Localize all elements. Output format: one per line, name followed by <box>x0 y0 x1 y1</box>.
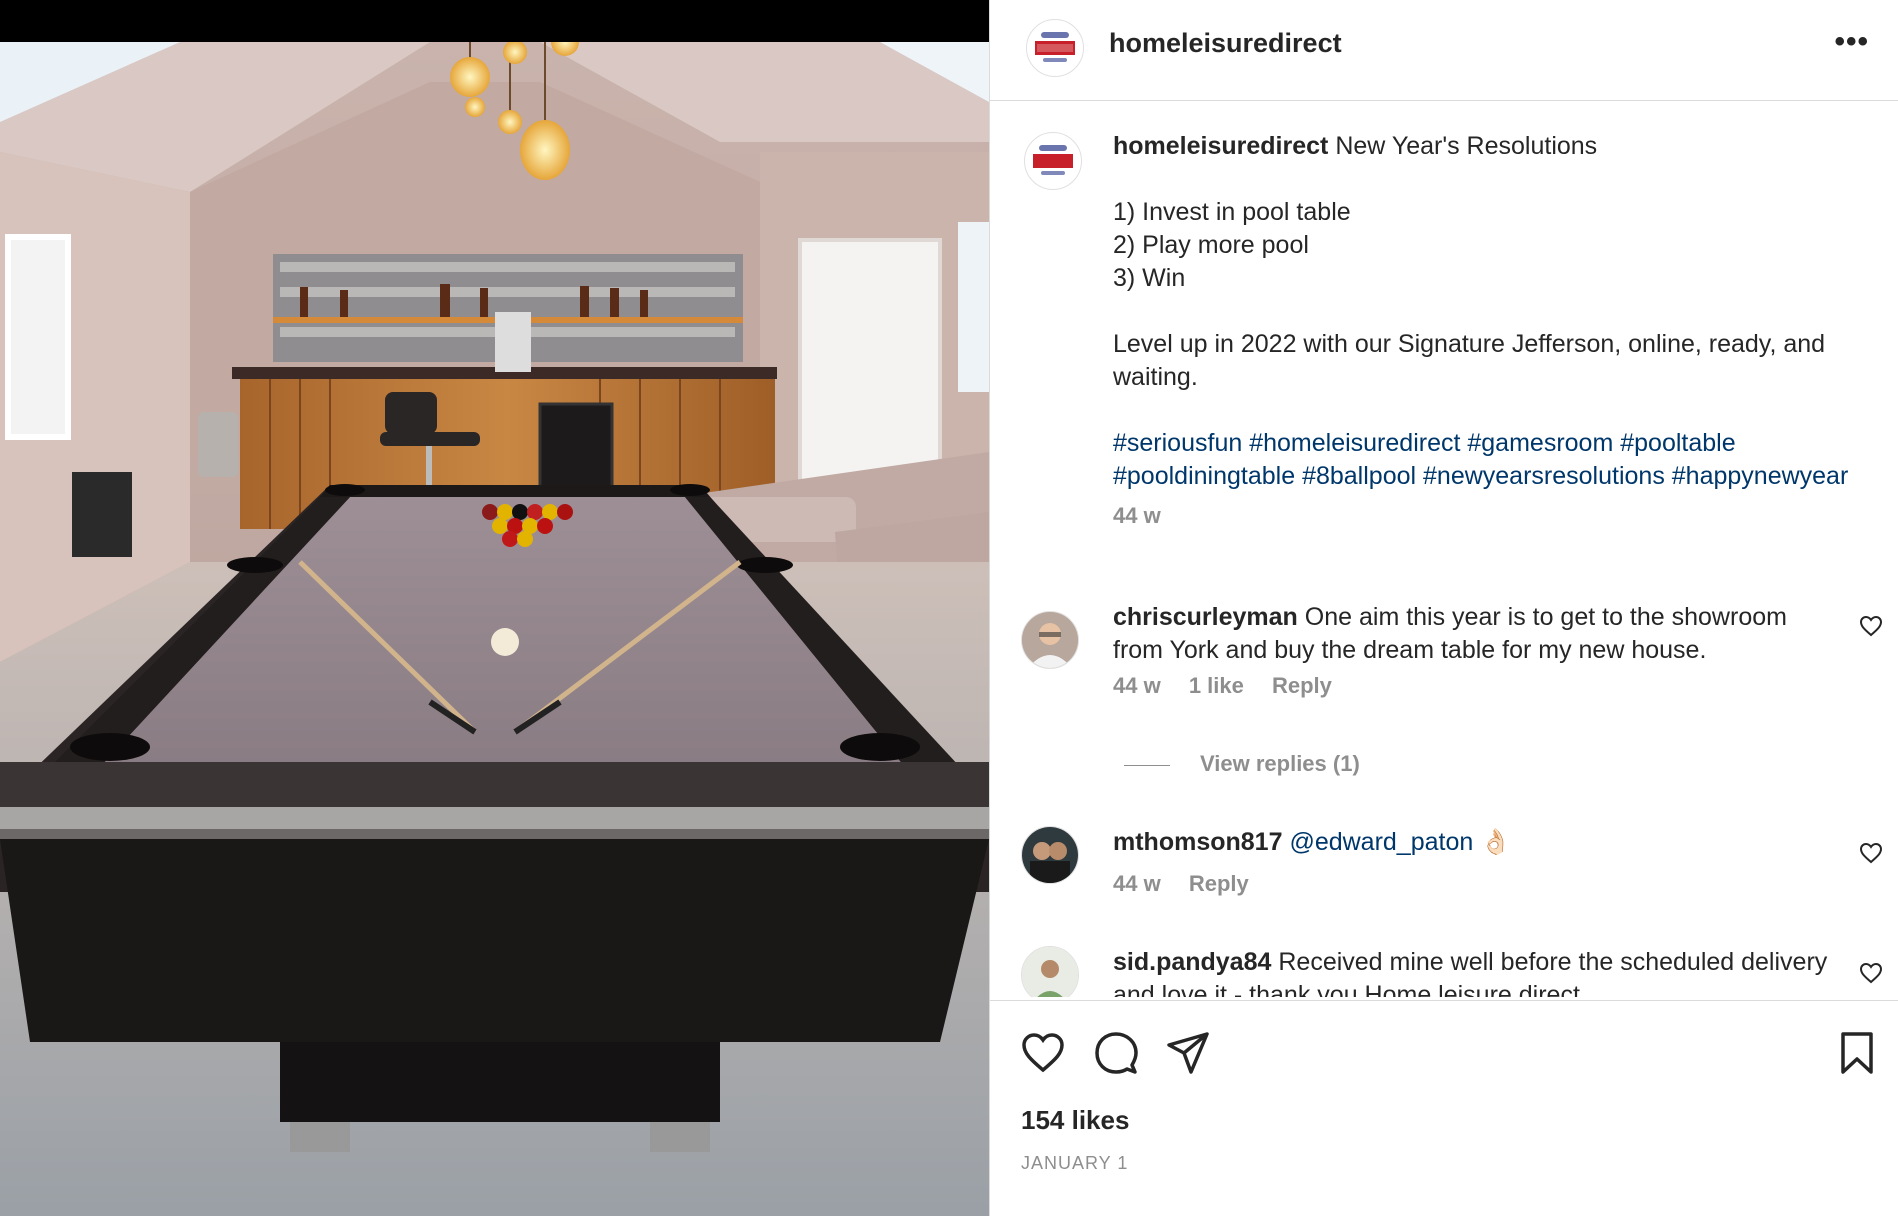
heart-icon[interactable] <box>1859 615 1883 637</box>
hashtag[interactable]: #homeleisuredirect <box>1249 429 1460 457</box>
comment-like-count[interactable]: 1 like <box>1189 673 1244 698</box>
comment-username[interactable]: chriscurleyman <box>1113 603 1298 631</box>
caption-timestamp[interactable]: 44 w <box>1113 499 1853 532</box>
hashtag[interactable]: #seriousfun <box>1113 429 1242 457</box>
like-count[interactable]: 154 likes <box>1021 1105 1129 1136</box>
post-actions: 154 likes JANUARY 1 <box>990 1000 1898 1216</box>
divider <box>1124 764 1170 766</box>
brand-logo-icon <box>1031 145 1075 175</box>
comment-meta: 44 w 1 like Reply <box>1113 673 1354 699</box>
brand-logo-icon <box>1033 32 1077 62</box>
comment-bubble-icon[interactable] <box>1094 1031 1138 1075</box>
avatar[interactable] <box>1021 611 1079 669</box>
comment-meta: 44 w Reply <box>1113 871 1271 897</box>
profile-photo-icon <box>1022 612 1078 668</box>
hashtag[interactable]: #8ballpool <box>1302 462 1416 490</box>
hashtag[interactable]: #newyearsresolutions <box>1423 462 1665 490</box>
caption-username[interactable]: homeleisuredirect <box>1113 132 1328 160</box>
caption-headline: New Year's Resolutions <box>1335 132 1598 160</box>
reply-button[interactable]: Reply <box>1189 871 1249 896</box>
hashtag[interactable]: #pooldiningtable <box>1113 462 1295 490</box>
heart-icon[interactable] <box>1859 842 1883 864</box>
caption-body: Level up in 2022 with our Signature Jeff… <box>1113 330 1826 391</box>
resolution-item: 2) Play more pool <box>1113 231 1309 259</box>
bookmark-save-icon[interactable] <box>1835 1031 1879 1075</box>
comments-scroll-area[interactable]: homeleisuredirect New Year's Resolutions… <box>990 101 1898 997</box>
comment-timestamp[interactable]: 44 w <box>1113 871 1161 896</box>
avatar[interactable] <box>1021 946 1079 997</box>
emoji: 👌🏻 <box>1480 828 1512 856</box>
header-username[interactable]: homeleisuredirect <box>1109 28 1342 59</box>
hashtag[interactable]: #happynewyear <box>1672 462 1849 490</box>
view-replies-button[interactable]: View replies (1) <box>1124 751 1360 777</box>
post-caption: homeleisuredirect New Year's Resolutions… <box>1113 130 1853 532</box>
resolution-item: 3) Win <box>1113 264 1186 292</box>
hashtag-list: #seriousfun #homeleisuredirect #gamesroo… <box>1113 427 1853 493</box>
caption-avatar[interactable] <box>1024 132 1082 190</box>
resolution-item: 1) Invest in pool table <box>1113 198 1351 226</box>
profile-photo-icon <box>1022 827 1078 883</box>
profile-photo-icon <box>1022 947 1078 997</box>
hashtag[interactable]: #gamesroom <box>1467 429 1613 457</box>
heart-icon[interactable] <box>1859 962 1883 984</box>
hashtag[interactable]: #pooltable <box>1620 429 1735 457</box>
post-side-panel: homeleisuredirect ••• homeleisuredirect … <box>989 0 1898 1216</box>
comment-timestamp[interactable]: 44 w <box>1113 673 1161 698</box>
avatar[interactable] <box>1026 19 1084 77</box>
comment-username[interactable]: mthomson817 <box>1113 828 1282 856</box>
comment-text: chriscurleyman One aim this year is to g… <box>1113 601 1833 667</box>
comment-text: sid.pandya84 Received mine well before t… <box>1113 946 1833 997</box>
comment-username[interactable]: sid.pandya84 <box>1113 948 1271 976</box>
post-header: homeleisuredirect ••• <box>990 0 1898 101</box>
avatar[interactable] <box>1021 826 1079 884</box>
mention-link[interactable]: @edward_paton <box>1289 828 1473 856</box>
view-replies-label: View replies (1) <box>1200 751 1360 776</box>
post-photo-pane <box>0 0 989 1216</box>
like-heart-icon[interactable] <box>1021 1031 1065 1075</box>
reply-button[interactable]: Reply <box>1272 673 1332 698</box>
post-photo[interactable] <box>0 42 989 1216</box>
comment-text: mthomson817 @edward_paton 👌🏻 <box>1113 826 1833 859</box>
share-send-icon[interactable] <box>1166 1031 1210 1075</box>
post-date[interactable]: JANUARY 1 <box>1021 1153 1128 1174</box>
more-dots-icon[interactable]: ••• <box>1834 25 1869 59</box>
